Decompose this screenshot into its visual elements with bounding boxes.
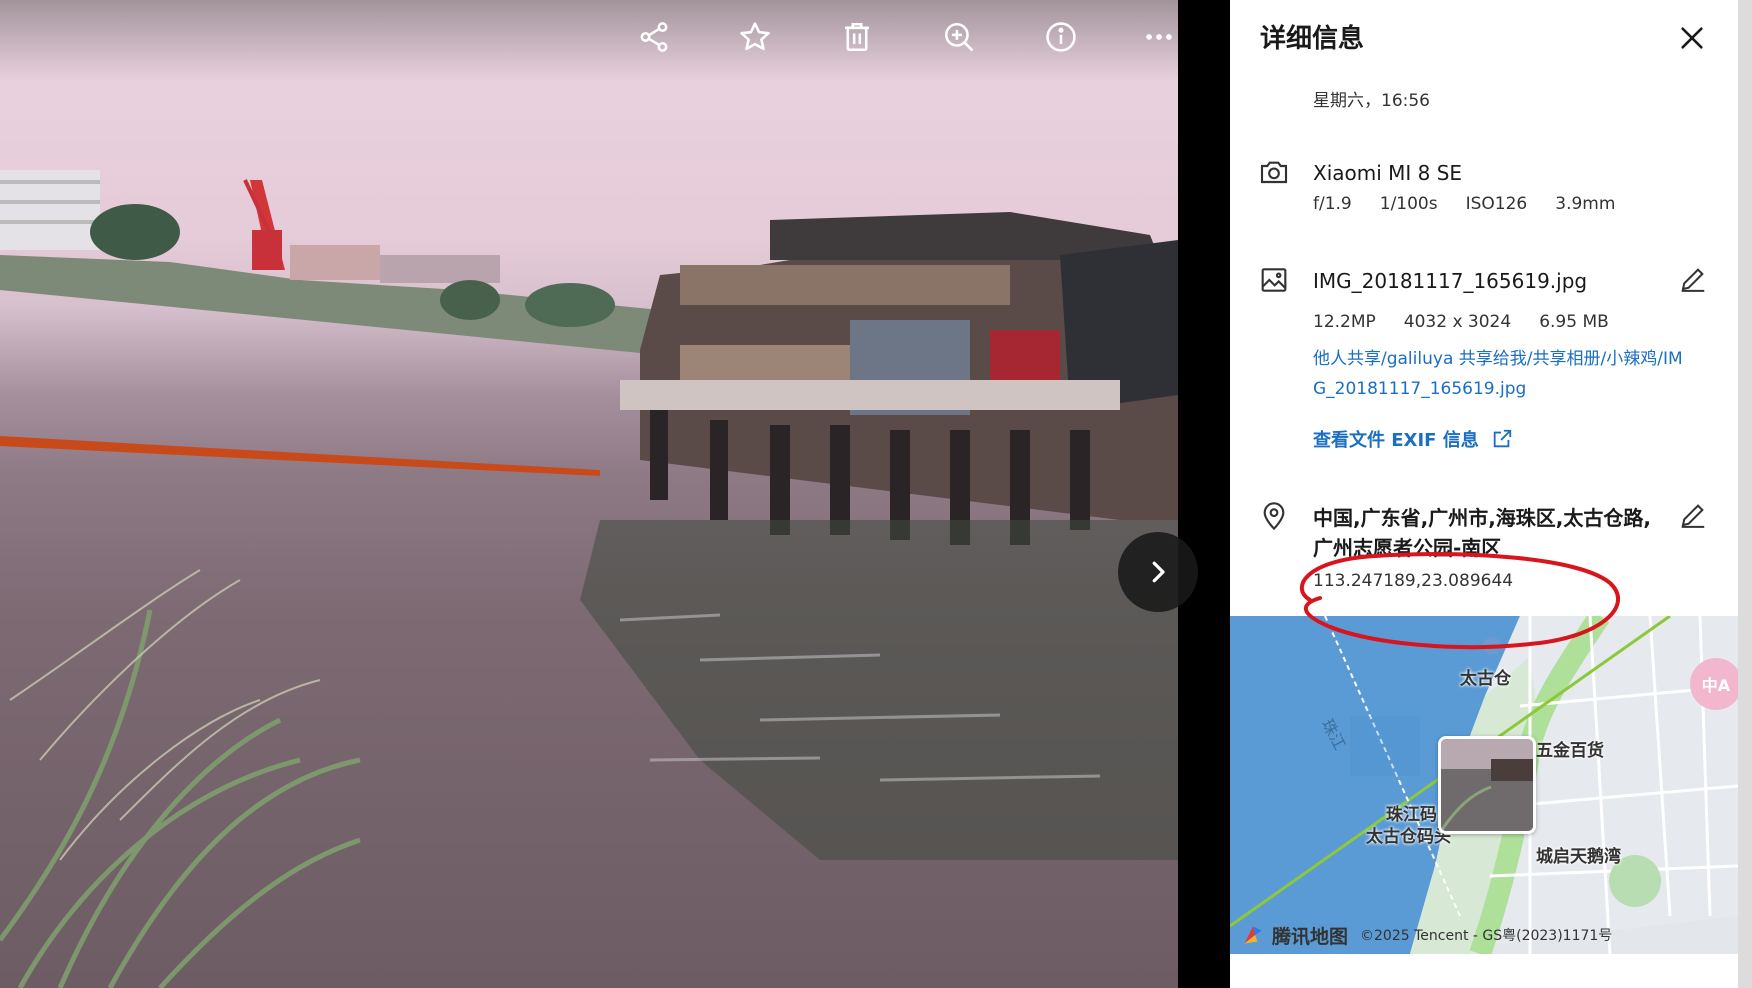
map-language-button[interactable]: 中A	[1690, 658, 1738, 710]
view-exif-link[interactable]: 查看文件 EXIF 信息	[1313, 426, 1513, 452]
panel-title: 详细信息	[1260, 24, 1365, 54]
map-copyright: ©2025 Tencent - GS粤(2023)1171号	[1360, 928, 1613, 944]
date-time: 星期六，16:56	[1313, 91, 1430, 111]
star-icon	[740, 22, 770, 51]
window-edge	[1738, 0, 1752, 988]
file-size: 6.95 MB	[1539, 312, 1609, 332]
camera-settings: f/1.9 1/100s ISO126 3.9mm	[1313, 194, 1643, 214]
pencil-icon	[1681, 268, 1705, 292]
chevron-right-icon	[1152, 561, 1165, 583]
file-properties: 12.2MP 4032 x 3024 6.95 MB	[1313, 312, 1637, 332]
map-photo-thumbnail[interactable]	[1438, 736, 1536, 834]
file-path-line-1: 他人共享/galiluya 共享给我/共享相册/小辣鸡/IM	[1313, 349, 1683, 369]
iso: ISO126	[1465, 194, 1528, 214]
map-attribution: 腾讯地图 ©2025 Tencent - GS粤(2023)1171号	[1230, 916, 1738, 954]
pencil-icon	[1681, 504, 1705, 528]
file-path-line-2: G_20181117_165619.jpg	[1313, 379, 1527, 399]
map-label-hardware-store: 五金百货	[1536, 741, 1604, 761]
file-path-link[interactable]: 他人共享/galiluya 共享给我/共享相册/小辣鸡/IM G_2018111…	[1313, 344, 1713, 404]
share-icon	[640, 22, 668, 52]
location-pin-icon	[1258, 500, 1290, 532]
aperture: f/1.9	[1313, 194, 1352, 214]
view-exif-label: 查看文件 EXIF 信息	[1313, 430, 1479, 451]
trash-icon	[844, 22, 870, 52]
viewer-divider	[1178, 0, 1230, 988]
close-button[interactable]	[1672, 18, 1712, 58]
zoom-in-button[interactable]	[936, 14, 982, 60]
thumbnail-image	[1441, 739, 1533, 831]
more-icon	[1146, 34, 1172, 40]
megapixels: 12.2MP	[1313, 312, 1376, 332]
info-button[interactable]	[1038, 14, 1084, 60]
map-label-taigucang: 太古仓	[1460, 669, 1511, 689]
zoom-in-icon	[944, 22, 974, 52]
details-panel: 详细信息 星期六，16:56 Xiaomi MI 8 SE f/1.9 1/100…	[1230, 0, 1738, 988]
tencent-map-logo-icon	[1244, 926, 1262, 944]
map-brand: 腾讯地图	[1272, 925, 1349, 948]
edit-filename-button[interactable]	[1678, 264, 1712, 298]
location-map[interactable]: 太古仓 五金百货 珠江码 太古仓码头 城启天鹅湾 珠江 中A 腾讯地图 ©202…	[1230, 616, 1738, 954]
image-icon	[1258, 264, 1290, 296]
viewer-toolbar	[0, 0, 1178, 82]
photo-viewer[interactable]	[0, 0, 1178, 988]
share-button[interactable]	[631, 14, 677, 60]
photo-image	[0, 170, 1178, 988]
more-button[interactable]	[1140, 14, 1178, 60]
delete-button[interactable]	[834, 14, 880, 60]
external-link-icon	[1493, 429, 1511, 448]
favorite-button[interactable]	[732, 14, 778, 60]
info-icon	[1046, 22, 1076, 52]
edit-location-button[interactable]	[1678, 500, 1712, 534]
next-photo-button[interactable]	[1118, 532, 1198, 612]
map-label-swan-bay: 城启天鹅湾	[1536, 847, 1621, 867]
address-line-1: 中国,广东省,广州市,海珠区,太古仓路,	[1313, 506, 1651, 530]
resolution: 4032 x 3024	[1403, 312, 1512, 332]
file-name: IMG_20181117_165619.jpg	[1313, 269, 1588, 293]
focal-length: 3.9mm	[1555, 194, 1616, 214]
camera-model: Xiaomi MI 8 SE	[1313, 161, 1463, 185]
red-annotation-circle	[1299, 552, 1621, 650]
close-icon	[1681, 27, 1703, 49]
camera-icon	[1258, 156, 1290, 188]
shutter-speed: 1/100s	[1379, 194, 1438, 214]
